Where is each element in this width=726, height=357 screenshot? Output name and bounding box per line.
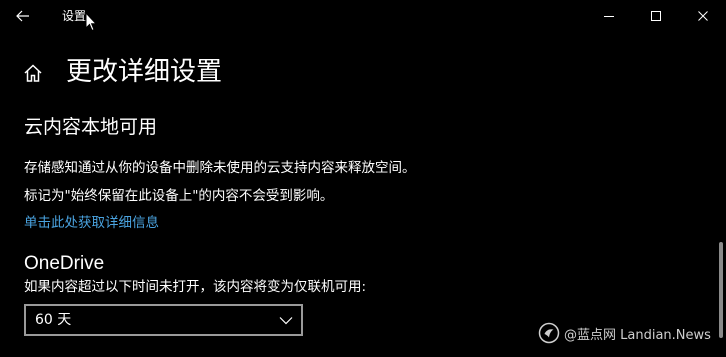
- home-icon: [24, 64, 42, 82]
- maximize-icon: [651, 11, 661, 21]
- title-bar: 设置: [0, 0, 726, 32]
- cloud-section-title: 云内容本地可用: [24, 116, 158, 138]
- watermark-logo-icon: [538, 322, 560, 344]
- page-title: 更改详细设置: [66, 57, 223, 87]
- window-title: 设置: [62, 9, 87, 23]
- onedrive-description: 如果内容超过以下时间未打开，该内容将变为仅联机可用:: [24, 279, 367, 295]
- cloud-description-2: 标记为"始终保留在此设备上"的内容不会受到影响。: [24, 188, 334, 204]
- watermark: @蓝点网 Landian.News: [538, 322, 711, 344]
- watermark-text: @蓝点网 Landian.News: [564, 327, 711, 343]
- minimize-icon: [604, 16, 614, 17]
- arrow-left-icon: [16, 10, 29, 22]
- minimize-button[interactable]: [586, 0, 632, 32]
- onedrive-title: OneDrive: [24, 253, 105, 274]
- dropdown-selected-value: 60 天: [35, 312, 72, 328]
- days-dropdown[interactable]: 60 天: [24, 304, 303, 336]
- chevron-down-icon: [279, 317, 293, 325]
- maximize-button[interactable]: [633, 0, 679, 32]
- details-link[interactable]: 单击此处获取详细信息: [24, 213, 159, 233]
- close-button[interactable]: [680, 0, 726, 32]
- home-button[interactable]: [22, 62, 44, 84]
- mouse-cursor-icon: [85, 12, 97, 32]
- back-button[interactable]: [8, 4, 38, 28]
- scrollbar-thumb[interactable]: [719, 242, 723, 338]
- cloud-description-1: 存储感知通过从你的设备中删除未使用的云支持内容来释放空间。: [24, 160, 416, 176]
- close-icon: [698, 11, 708, 21]
